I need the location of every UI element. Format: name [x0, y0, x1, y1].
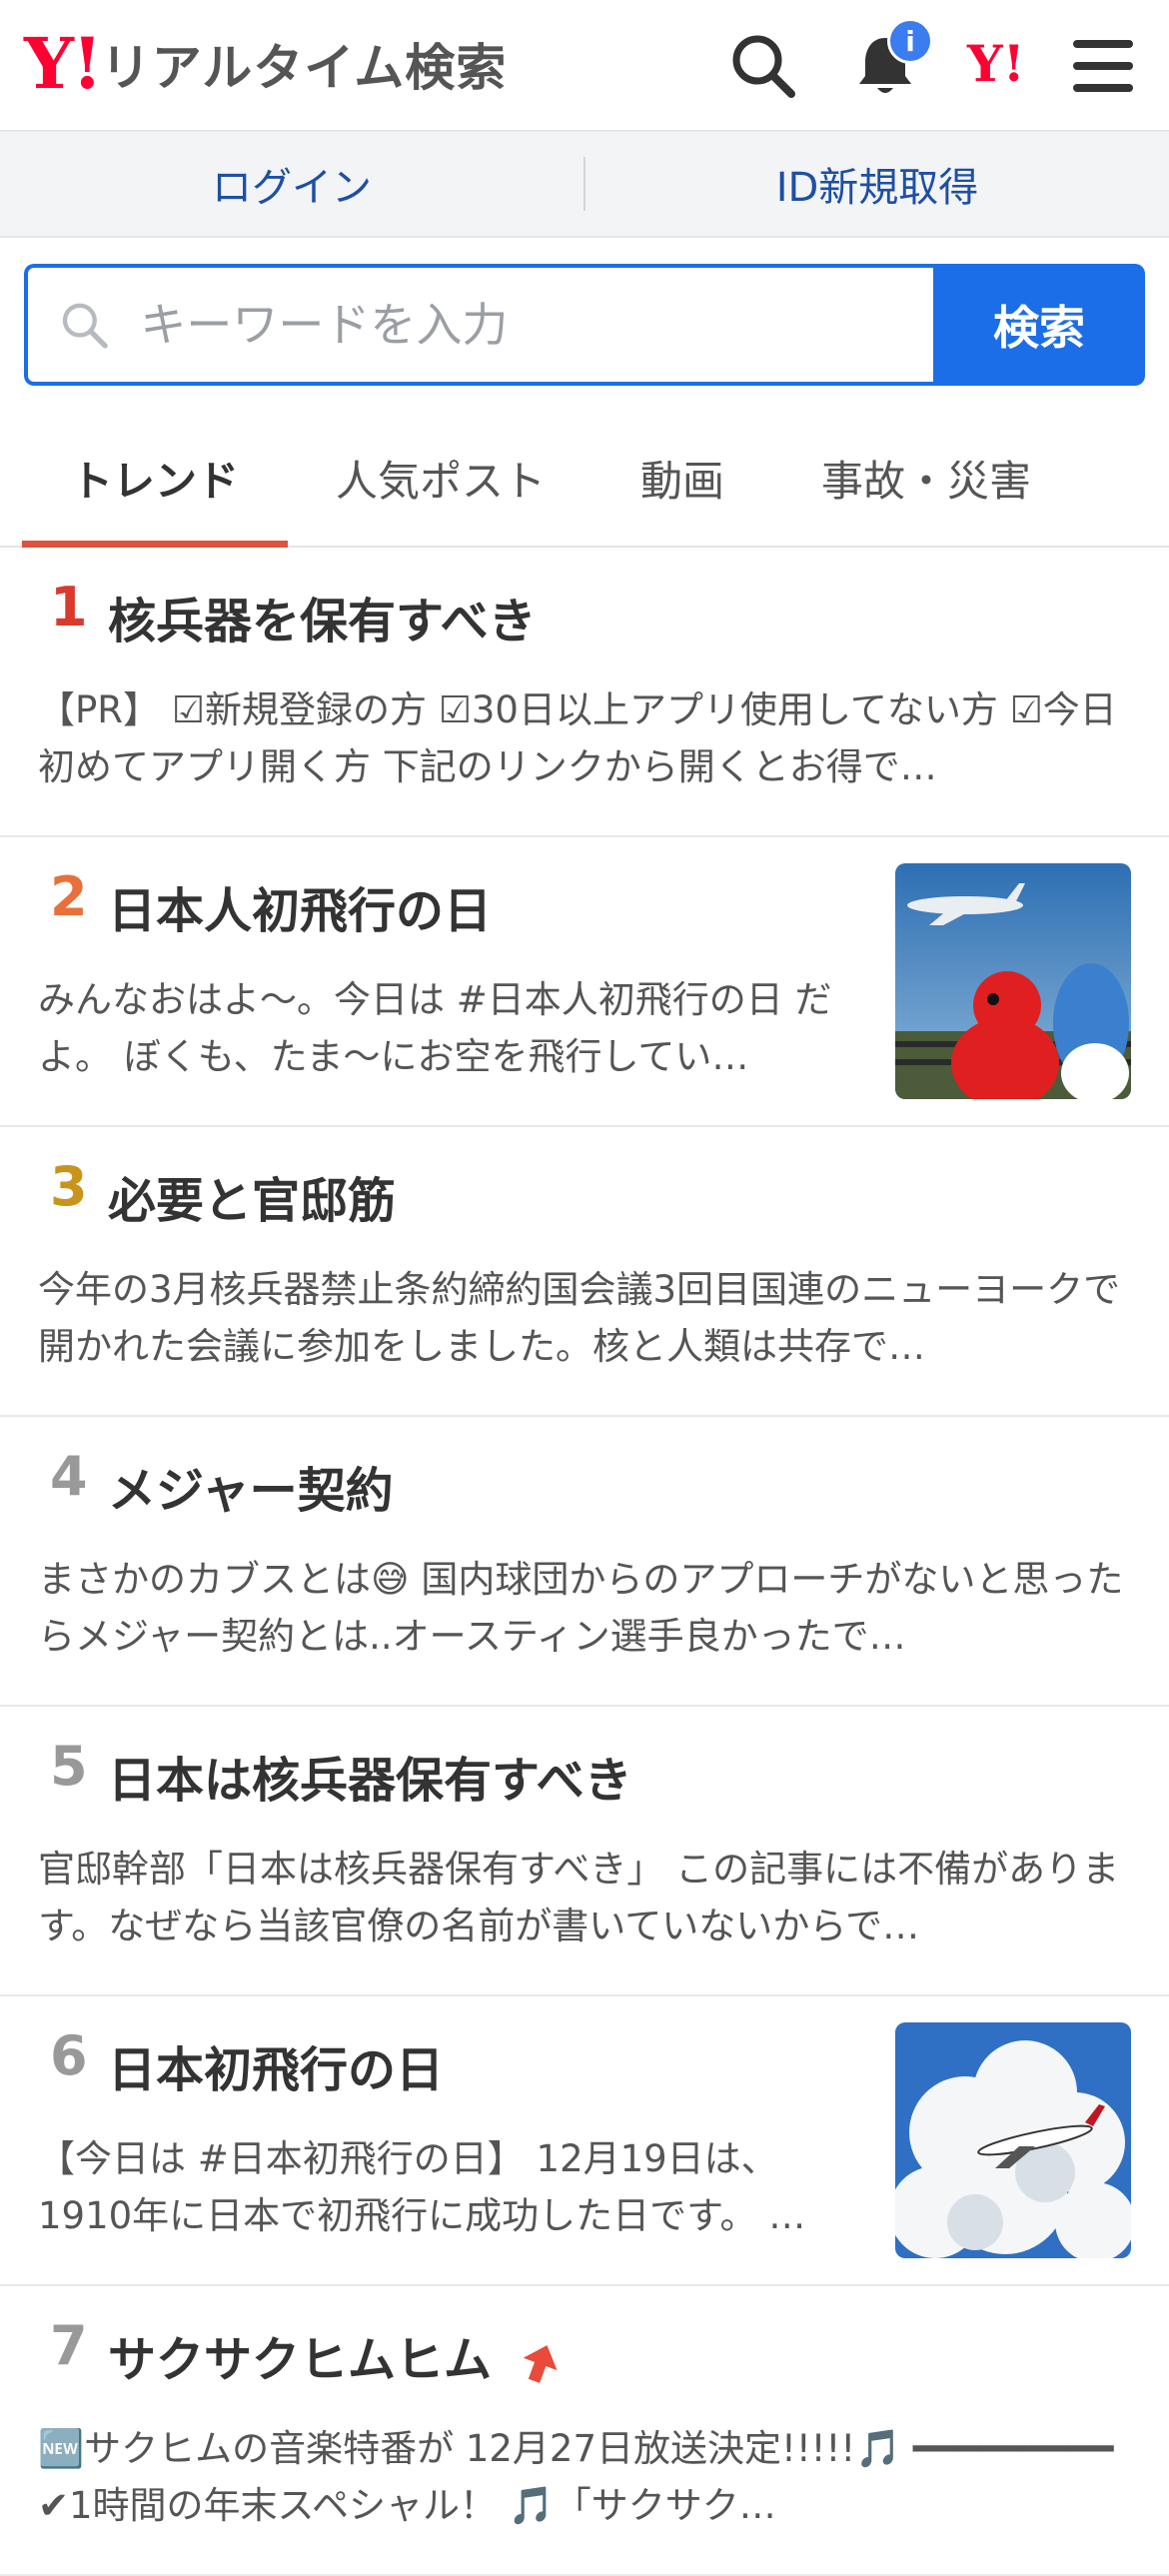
- jet-clouds-thumbnail-image[interactable]: [895, 2022, 1131, 2258]
- search-icon[interactable]: [727, 30, 799, 102]
- trend-title[interactable]: 日本初飛行の日: [108, 2030, 444, 2100]
- rank-number: 3: [50, 1155, 88, 1218]
- rank-number: 7: [50, 2314, 88, 2377]
- trend-title[interactable]: サクサクヒムヒム: [108, 2320, 561, 2390]
- airplane-thumbnail-image[interactable]: [895, 863, 1131, 1099]
- rank-number: 1: [50, 576, 88, 639]
- rank-number: 5: [50, 1735, 88, 1798]
- trend-title[interactable]: 日本は核兵器保有すべき: [108, 1741, 632, 1811]
- trend-item-5[interactable]: 5 日本は核兵器保有すべき 官邸幹部「日本は核兵器保有すべき」 この記事には不備…: [0, 1707, 1169, 1996]
- trend-item-1[interactable]: 1 核兵器を保有すべき 【PR】 ☑新規登録の方 ☑30日以上アプリ使用してない…: [0, 548, 1169, 837]
- yahoo-mark: Y!: [967, 34, 1025, 93]
- search-box[interactable]: [24, 264, 933, 386]
- trend-snippet: みんなおはよ〜。今日は #日本人初飛行の日 だよ。 ぼくも、たま〜にお空を飛行し…: [38, 978, 832, 1078]
- signup-link[interactable]: ID新規取得: [585, 155, 1169, 213]
- trend-title[interactable]: メジャー契約: [108, 1451, 394, 1521]
- trend-list: 1 核兵器を保有すべき 【PR】 ☑新規登録の方 ☑30日以上アプリ使用してない…: [0, 548, 1169, 2576]
- trend-title[interactable]: 日本人初飛行の日: [108, 871, 492, 941]
- trend-snippet: まさかのカブスとは😅 国内球団からのアプローチがないと思ったらメジャー契約とは.…: [38, 1558, 1124, 1658]
- trend-item-7[interactable]: 7 サクサクヒムヒム 🆕サクヒムの音楽特番が 12月27日放送決定!!!!!🎵 …: [0, 2286, 1169, 2576]
- logo-text: リアルタイム検索: [100, 39, 508, 97]
- yahoo-home-icon[interactable]: Y!: [967, 34, 1047, 106]
- trend-item-4[interactable]: 4 メジャー契約 まさかのカブスとは😅 国内球団からのアプローチがないと思ったら…: [0, 1417, 1169, 1707]
- search-form: 検索: [24, 264, 1145, 386]
- trend-snippet: 🆕サクヒムの音楽特番が 12月27日放送決定!!!!!🎵 ━━━━━━━━━ ✔…: [38, 2427, 1114, 2527]
- trend-item-3[interactable]: 3 必要と官邸筋 今年の3月核兵器禁止条約締約国会議3回目国連のニューヨークで開…: [0, 1127, 1169, 1417]
- trend-item-6[interactable]: 6 日本初飛行の日 【今日は #日本初飛行の日】 12月19日は、1910年に日…: [0, 1996, 1169, 2286]
- rank-number: 6: [50, 2024, 88, 2087]
- trend-snippet: 今年の3月核兵器禁止条約締約国会議3回目国連のニューヨークで開かれた会議に参加を…: [38, 1268, 1121, 1368]
- hamburger-menu-icon[interactable]: [1067, 30, 1139, 102]
- tab-videos[interactable]: 動画: [599, 410, 765, 546]
- tab-popular-posts[interactable]: 人気ポスト: [310, 410, 572, 546]
- category-tabs: トレンド 人気ポスト 動画 事故・災害: [0, 410, 1169, 548]
- trend-snippet: 官邸幹部「日本は核兵器保有すべき」 この記事には不備があります。なぜなら当該官僚…: [38, 1848, 1120, 1947]
- tab-accidents-disasters[interactable]: 事故・災害: [789, 410, 1063, 546]
- trend-title[interactable]: 必要と官邸筋: [108, 1161, 396, 1231]
- yahoo-realtime-logo[interactable]: Y! リアルタイム検索: [24, 28, 507, 100]
- trend-item-2[interactable]: 2 日本人初飛行の日 みんなおはよ〜。今日は #日本人初飛行の日 だよ。 ぼくも…: [0, 837, 1169, 1127]
- rank-number: 2: [50, 865, 88, 928]
- app-header: Y! リアルタイム検索 i Y!: [0, 0, 1169, 132]
- login-bar: ログイン ID新規取得: [0, 132, 1169, 238]
- trend-title[interactable]: 核兵器を保有すべき: [108, 582, 537, 651]
- notification-badge[interactable]: i: [887, 18, 933, 64]
- trend-title-text: サクサクヒムヒム: [108, 2332, 493, 2388]
- login-link[interactable]: ログイン: [0, 155, 584, 213]
- search-input[interactable]: [138, 297, 933, 353]
- search-button[interactable]: 検索: [933, 264, 1145, 386]
- logo-mark: Y!: [24, 22, 103, 105]
- search-icon: [62, 303, 108, 349]
- rising-arrow-icon: [523, 2345, 558, 2383]
- tab-trend[interactable]: トレンド: [22, 410, 288, 548]
- trend-snippet: 【今日は #日本初飛行の日】 12月19日は、1910年に日本で初飛行に成功した…: [38, 2137, 806, 2237]
- trend-snippet: 【PR】 ☑新規登録の方 ☑30日以上アプリ使用してない方 ☑今日初めてアプリ開…: [38, 688, 1117, 788]
- rank-number: 4: [50, 1445, 88, 1508]
